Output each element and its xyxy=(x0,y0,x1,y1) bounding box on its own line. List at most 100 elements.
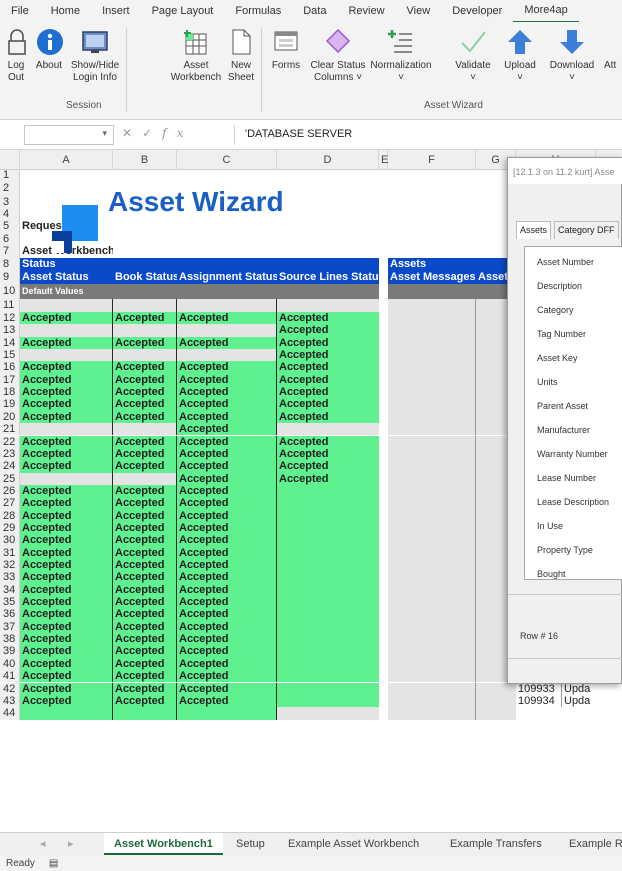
status-cell[interactable]: Accepted xyxy=(177,410,277,424)
message-cell[interactable] xyxy=(388,546,476,559)
message-cell[interactable] xyxy=(388,386,476,399)
status-cell[interactable] xyxy=(20,324,113,337)
row-header[interactable]: 22 xyxy=(0,435,20,448)
row-header[interactable]: 39 xyxy=(0,645,20,658)
row-header[interactable]: 42 xyxy=(0,682,20,695)
status-cell[interactable]: Accepted xyxy=(20,509,113,522)
row-header[interactable]: 20 xyxy=(0,410,20,424)
row-header[interactable]: 14 xyxy=(0,336,20,350)
tab-example-transfers[interactable]: Example Transfers xyxy=(450,833,542,855)
status-cell[interactable]: Accepted xyxy=(113,571,177,584)
status-cell[interactable]: Accepted xyxy=(20,682,113,695)
check-icon[interactable]: ✓ xyxy=(142,126,162,140)
show-hide-login-button[interactable]: Show/Hide Login Info xyxy=(67,28,123,84)
status-cell[interactable]: Accepted xyxy=(177,670,277,683)
status-cell[interactable]: Accepted xyxy=(20,460,113,473)
status-cell[interactable]: Accepted xyxy=(177,546,277,559)
status-cell[interactable]: Accepted xyxy=(113,633,177,646)
status-cell[interactable]: Accepted xyxy=(177,373,277,387)
row-header[interactable]: 29 xyxy=(0,521,20,535)
row-header[interactable]: 19 xyxy=(0,398,20,411)
status-cell[interactable] xyxy=(20,299,113,312)
status-cell[interactable]: Accepted xyxy=(177,435,277,448)
status-cell[interactable]: Accepted xyxy=(20,497,113,510)
status-cell[interactable] xyxy=(277,299,379,312)
message-cell[interactable] xyxy=(388,521,476,535)
asset-number-cell[interactable]: 109933 xyxy=(516,682,562,695)
message-cell[interactable] xyxy=(388,435,476,448)
tab-setup[interactable]: Setup xyxy=(236,833,265,855)
message-cell[interactable] xyxy=(388,645,476,658)
column-assignment-status[interactable]: Assignment Status xyxy=(177,271,277,284)
message-cell[interactable] xyxy=(388,583,476,597)
status-cell[interactable]: Accepted xyxy=(177,571,277,584)
row-header[interactable]: 24 xyxy=(0,460,20,473)
row-header[interactable]: 23 xyxy=(0,447,20,461)
status-cell[interactable]: Accepted xyxy=(113,596,177,609)
row-header[interactable]: 18 xyxy=(0,386,20,399)
status-cell[interactable]: Accepted xyxy=(113,559,177,572)
status-cell[interactable]: Accepted xyxy=(20,583,113,597)
message-cell[interactable] xyxy=(388,608,476,621)
row-header[interactable]: 12 xyxy=(0,312,20,325)
status-cell[interactable]: Accepted xyxy=(177,460,277,473)
row-header[interactable]: 34 xyxy=(0,583,20,597)
update-cell[interactable]: Upda xyxy=(562,683,596,695)
row-header[interactable]: 41 xyxy=(0,670,20,683)
status-cell[interactable]: Accepted xyxy=(20,435,113,448)
status-cell[interactable]: Accepted xyxy=(177,645,277,658)
message-cell[interactable] xyxy=(388,484,476,498)
message-cell[interactable] xyxy=(388,312,476,325)
status-cell[interactable] xyxy=(277,682,379,695)
clear-status-button[interactable]: Clear Status Columns ˅ xyxy=(308,28,368,84)
tab-example-asset-workbench[interactable]: Example Asset Workbench xyxy=(288,833,419,855)
status-cell[interactable] xyxy=(113,472,177,485)
status-cell[interactable]: Accepted xyxy=(113,460,177,473)
row-header[interactable]: 38 xyxy=(0,633,20,646)
row-header[interactable]: 9 xyxy=(0,271,20,284)
row-header[interactable]: 1 xyxy=(0,170,20,181)
status-cell[interactable]: Accepted xyxy=(113,620,177,634)
row-header[interactable]: 7 xyxy=(0,245,20,258)
status-cell[interactable] xyxy=(277,645,379,658)
message-cell[interactable] xyxy=(388,670,476,683)
status-cell[interactable]: Accepted xyxy=(277,324,379,337)
validate-button[interactable]: Validate ˅ xyxy=(452,28,494,84)
status-cell[interactable]: Accepted xyxy=(177,534,277,547)
row-header[interactable]: 21 xyxy=(0,423,20,436)
status-cell[interactable]: Accepted xyxy=(277,410,379,424)
update-cell[interactable]: Upda xyxy=(562,695,596,707)
status-cell[interactable]: Accepted xyxy=(277,398,379,411)
tab-scroll-left-icon[interactable]: ◂ xyxy=(40,833,46,855)
column-header[interactable]: D xyxy=(277,150,379,170)
status-cell[interactable]: Accepted xyxy=(20,534,113,547)
status-cell[interactable] xyxy=(113,707,177,720)
row-header[interactable]: 40 xyxy=(0,657,20,671)
status-cell[interactable] xyxy=(177,324,277,337)
status-cell[interactable]: Accepted xyxy=(20,521,113,535)
row-header[interactable]: 26 xyxy=(0,484,20,498)
menu-page-layout[interactable]: Page Layout xyxy=(141,0,225,22)
status-cell[interactable]: Accepted xyxy=(277,386,379,399)
menu-review[interactable]: Review xyxy=(337,0,395,22)
row-header[interactable]: 8 xyxy=(0,258,20,271)
status-cell[interactable]: Accepted xyxy=(20,398,113,411)
menu-file[interactable]: File xyxy=(0,0,40,22)
status-cell[interactable]: Accepted xyxy=(113,484,177,498)
column-header[interactable]: E xyxy=(379,150,388,170)
status-cell[interactable]: Accepted xyxy=(20,694,113,708)
row-header[interactable]: 4 xyxy=(0,209,20,220)
normalization-button[interactable]: Normalization ˅ xyxy=(368,28,434,84)
status-cell[interactable]: Accepted xyxy=(113,398,177,411)
status-cell[interactable]: Accepted xyxy=(20,670,113,683)
status-cell[interactable] xyxy=(277,534,379,547)
status-cell[interactable]: Accepted xyxy=(20,336,113,350)
message-cell[interactable] xyxy=(388,694,476,708)
message-cell[interactable] xyxy=(388,633,476,646)
row-header[interactable]: 5 xyxy=(0,219,20,233)
message-cell[interactable] xyxy=(388,349,476,362)
row-header[interactable]: 35 xyxy=(0,596,20,609)
tab-category-dff[interactable]: Category DFF xyxy=(554,221,619,239)
tab-assets[interactable]: Assets xyxy=(516,221,552,239)
status-cell[interactable]: Accepted xyxy=(177,497,277,510)
